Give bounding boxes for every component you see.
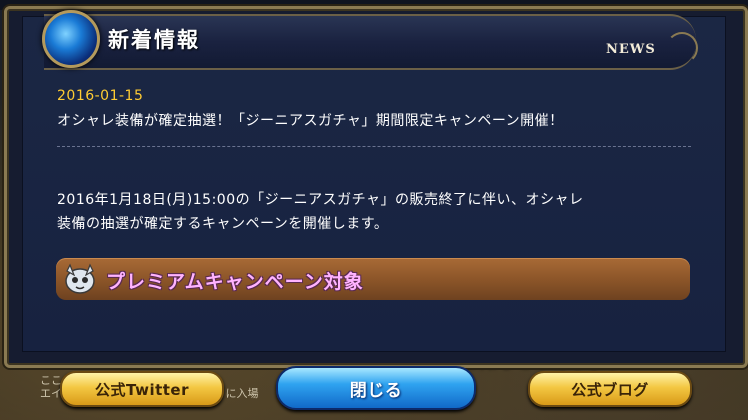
- globe-orb-icon: [42, 10, 100, 68]
- news-date: 2016-01-15: [57, 88, 144, 104]
- divider: [57, 146, 691, 147]
- official-twitter-button[interactable]: 公式Twitter: [60, 371, 224, 407]
- ornament-swirl-icon: [666, 32, 698, 64]
- news-body-line: 装備の抽選が確定するキャンペーンを開催します。: [57, 216, 389, 232]
- background-chat-line: エイ: [40, 387, 62, 400]
- news-badge: NEWS: [606, 42, 656, 57]
- page-title: 新着情報: [108, 28, 200, 52]
- background-chat-line: ここ: [40, 374, 62, 387]
- news-body: 2016年1月18日(月)15:00の「ジーニアスガチャ」の販売終了に伴い、オシ…: [57, 188, 697, 236]
- close-button[interactable]: 閉じる: [276, 366, 476, 410]
- mascot-icon: [65, 263, 95, 294]
- news-headline: オシャレ装備が確定抽選！「ジーニアスガチャ」期間限定キャンペーン開催！: [57, 113, 564, 129]
- news-body-line: 2016年1月18日(月)15:00の「ジーニアスガチャ」の販売終了に伴い、オシ…: [57, 192, 584, 208]
- campaign-label: プレミアムキャンペーン対象: [106, 271, 364, 293]
- background-chat-line: に入場: [225, 387, 259, 400]
- official-blog-button[interactable]: 公式ブログ: [528, 371, 692, 407]
